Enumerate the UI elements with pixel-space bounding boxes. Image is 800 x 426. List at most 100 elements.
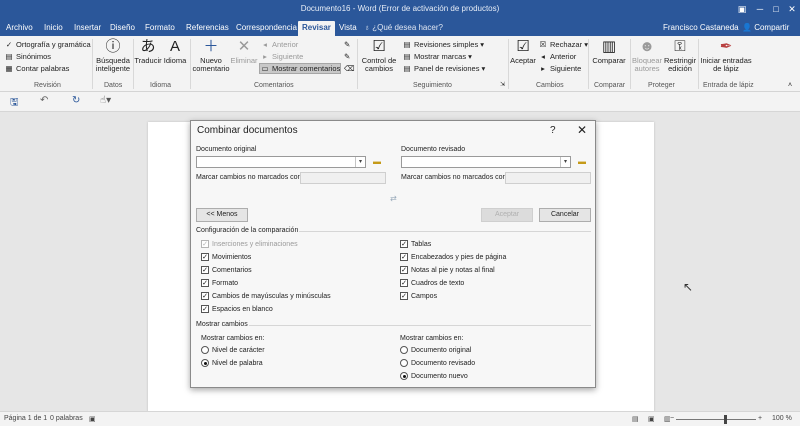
checkbox-case-changes[interactable]: ✓ Cambios de mayúsculas y minúsculas — [201, 292, 331, 300]
save-icon[interactable]: 🖫 — [10, 95, 19, 112]
share-button[interactable]: 👤 Compartir — [742, 21, 789, 34]
word-count-button[interactable]: ▦ Contar palabras — [4, 64, 69, 73]
radio-word-level[interactable]: Nivel de palabra — [201, 359, 263, 367]
separator — [190, 39, 191, 89]
accept-button[interactable]: ☑ Aceptar — [510, 38, 536, 65]
checkbox-text-boxes[interactable]: ✓ Cuadros de texto — [400, 279, 464, 287]
separator — [92, 39, 93, 89]
close-window-icon[interactable]: ✕ — [784, 2, 800, 16]
reviewing-pane-button[interactable]: ▤ Panel de revisiones ▾ — [402, 64, 485, 73]
checkbox-tables[interactable]: ✓ Tablas — [400, 240, 431, 248]
undo-icon[interactable]: ↶ — [40, 95, 48, 106]
browse-revised-folder-icon[interactable]: ▬ — [578, 157, 586, 166]
word-count[interactable]: 0 palabras — [50, 415, 83, 422]
user-name[interactable]: Francisco Castaneda — [663, 21, 739, 34]
lock-icon: ⚿ — [674, 38, 686, 55]
next-change-button[interactable]: ▸ Siguiente — [538, 64, 581, 73]
tab-referencias[interactable]: Referencias — [182, 21, 233, 36]
checkbox-fields[interactable]: ✓ Campos — [400, 292, 437, 300]
radio-character-level[interactable]: Nivel de carácter — [201, 346, 265, 354]
pen-icon[interactable]: ✎ — [344, 40, 350, 49]
thesaurus-button[interactable]: ▤ Sinónimos — [4, 52, 51, 61]
mark-unmarked-input-right[interactable] — [505, 172, 591, 184]
original-document-dropdown[interactable]: ▾ — [196, 156, 366, 168]
tab-revisar[interactable]: Revisar — [298, 21, 335, 36]
language-button[interactable]: A Idioma — [162, 38, 188, 65]
smart-lookup-button[interactable]: ⓘ Búsqueda inteligente — [94, 38, 132, 73]
separator — [299, 231, 591, 232]
mark-unmarked-input-left[interactable] — [300, 172, 386, 184]
window-title: Documento16 - Word (Error de activación … — [300, 4, 500, 13]
revised-document-dropdown[interactable]: ▾ — [401, 156, 571, 168]
tab-insertar[interactable]: Insertar — [70, 21, 105, 36]
show-markup-icon: ▤ — [403, 52, 411, 61]
tell-me-search[interactable]: ♁ ¿Qué desea hacer? — [364, 21, 443, 34]
browse-original-folder-icon[interactable]: ▬ — [373, 157, 381, 166]
tab-vista[interactable]: Vista — [335, 21, 361, 36]
zoom-slider-thumb[interactable] — [724, 415, 727, 424]
group-label-proteger: Proteger — [648, 82, 675, 89]
print-layout-icon[interactable]: ▣ — [648, 415, 655, 423]
block-authors-button[interactable]: ☻ Bloquear autores — [631, 38, 663, 73]
touch-mode-icon[interactable]: ☝▾ — [100, 95, 111, 106]
radio-icon — [400, 359, 408, 367]
close-icon[interactable]: ✕ — [577, 123, 587, 137]
ribbon-display-icon[interactable]: ▣ — [734, 2, 750, 16]
prev-comment-icon: ◂ — [263, 40, 267, 49]
tab-archivo[interactable]: Archivo — [2, 21, 37, 36]
accept-button[interactable]: Aceptar — [481, 208, 533, 222]
maximize-icon[interactable]: □ — [768, 2, 784, 16]
redo-icon[interactable]: ↻ — [72, 95, 80, 106]
checkbox-comments[interactable]: ✓ Comentarios — [201, 266, 252, 274]
dialog-launcher-icon[interactable]: ⇲ — [500, 81, 505, 90]
radio-new-document[interactable]: Documento nuevo — [400, 372, 468, 380]
markup-view-dropdown[interactable]: ▤ Revisiones simples ▾ — [402, 40, 484, 49]
check-icon: ✓ — [201, 253, 209, 261]
spelling-button[interactable]: ✓ Ortografía y gramática — [4, 40, 91, 49]
checkbox-white-space[interactable]: ✓ Espacios en blanco — [201, 305, 273, 313]
delete-icon: ✕ — [237, 38, 251, 55]
zoom-out-icon[interactable]: − — [670, 415, 674, 422]
proofing-icon[interactable]: ▣ — [89, 415, 96, 423]
translate-button[interactable]: あ Traducir — [134, 38, 162, 65]
eraser-icon[interactable]: ⌫ — [344, 64, 355, 73]
tab-correspondencia[interactable]: Correspondencia — [232, 21, 301, 36]
tab-formato[interactable]: Formato — [141, 21, 179, 36]
edit-icon[interactable]: ✎ — [344, 52, 350, 61]
next-comment-button[interactable]: ▸ Siguiente — [260, 52, 303, 61]
delete-comment-button[interactable]: ✕ Eliminar — [230, 38, 258, 65]
checkbox-headers-footers[interactable]: ✓ Encabezados y pies de página — [400, 253, 506, 261]
cancel-button[interactable]: Cancelar — [539, 208, 591, 222]
help-button[interactable]: ? — [550, 125, 556, 136]
new-comment-button[interactable]: ＋ Nuevo comentario — [192, 38, 230, 73]
less-button[interactable]: << Menos — [196, 208, 248, 222]
zoom-level[interactable]: 100 % — [772, 415, 792, 422]
collapse-ribbon-icon[interactable]: ˄ — [788, 81, 792, 90]
page-count[interactable]: Página 1 de 1 — [4, 415, 47, 422]
compare-icon: ▥ — [601, 38, 617, 55]
checkbox-formatting[interactable]: ✓ Formato — [201, 279, 238, 287]
combine-documents-dialog: Combinar documentos ? ✕ Documento origin… — [190, 120, 596, 388]
show-markup-button[interactable]: ▤ Mostrar marcas ▾ — [402, 52, 472, 61]
radio-original-document[interactable]: Documento original — [400, 346, 471, 354]
zoom-slider[interactable] — [676, 419, 756, 420]
checkbox-moves[interactable]: ✓ Movimientos — [201, 253, 251, 261]
prev-change-button[interactable]: ◂ Anterior — [538, 52, 576, 61]
reject-button[interactable]: ☒ Rechazar ▾ — [538, 40, 588, 49]
restrict-editing-button[interactable]: ⚿ Restringir edición — [664, 38, 696, 73]
next-comment-icon: ▸ — [263, 52, 267, 61]
checkbox-footnotes-endnotes[interactable]: ✓ Notas al pie y notas al final — [400, 266, 495, 274]
show-comments-button[interactable]: ▭ Mostrar comentarios — [258, 63, 342, 74]
compare-button[interactable]: ▥ Comparar — [590, 38, 628, 65]
checkbox-insertions-deletions[interactable]: ✓ Inserciones y eliminaciones — [201, 240, 298, 248]
start-inking-button[interactable]: ✒ Iniciar entradas de lápiz — [700, 38, 752, 73]
track-changes-button[interactable]: ☑ Control de cambios — [360, 38, 398, 73]
read-mode-icon[interactable]: ▤ — [632, 415, 639, 423]
zoom-in-icon[interactable]: + — [758, 415, 762, 422]
minimize-icon[interactable]: ─ — [752, 2, 768, 16]
tab-diseno[interactable]: Diseño — [106, 21, 139, 36]
prev-comment-button[interactable]: ◂ Anterior — [260, 40, 298, 49]
tab-inicio[interactable]: Inicio — [40, 21, 67, 36]
swap-documents-icon[interactable]: ⇄ — [390, 194, 397, 203]
radio-revised-document[interactable]: Documento revisado — [400, 359, 475, 367]
